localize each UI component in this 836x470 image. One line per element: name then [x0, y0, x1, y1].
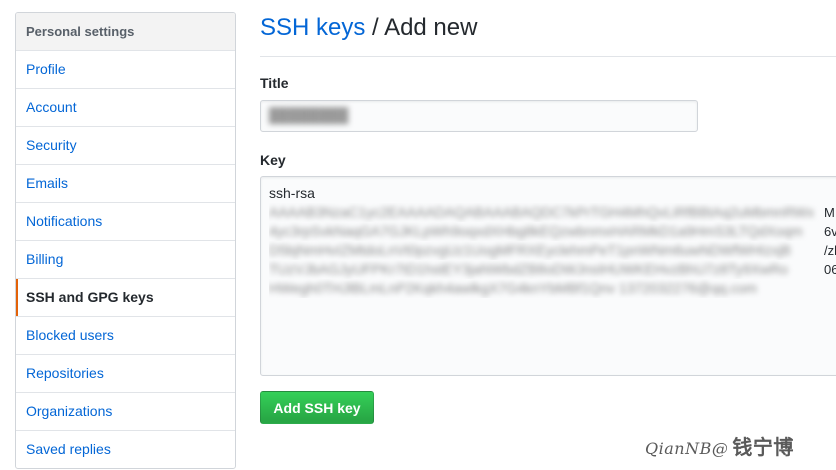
- sidebar-item-ssh-gpg-keys[interactable]: SSH and GPG keys: [16, 279, 235, 317]
- key-line-redacted: HWegh0THJlBLmLnP2Kqkh4awlkgX7G4knYbMBf1Q…: [269, 280, 757, 296]
- watermark-chinese: 钱宁博: [732, 435, 794, 459]
- add-ssh-key-button[interactable]: Add SSH key: [260, 391, 374, 424]
- key-first-line: ssh-rsa: [269, 185, 315, 201]
- breadcrumb-separator: /: [365, 14, 385, 41]
- sidebar-item-security[interactable]: Security: [16, 127, 235, 165]
- settings-sidebar: Personal settings Profile Account Securi…: [15, 12, 236, 469]
- key-tail-text: 6v: [824, 224, 836, 239]
- sidebar-item-saved-replies[interactable]: Saved replies: [16, 431, 235, 468]
- watermark: QianNB@ 钱宁博: [645, 431, 794, 460]
- sidebar-item-emails[interactable]: Emails: [16, 165, 235, 203]
- title-label: Title: [260, 75, 289, 91]
- title-value-redacted: ████████: [269, 107, 349, 123]
- key-textarea[interactable]: ssh-rsa AAAAB3NzaC1yc2EAAAADAQABAAABAQDC…: [260, 176, 836, 376]
- key-tail-text: 06: [824, 262, 836, 277]
- key-line-redacted: TUzVJbAGJyUFPKr7tD1hstEY3jaNWbdZB8oDWJns…: [269, 261, 788, 277]
- ssh-keys-breadcrumb-link[interactable]: SSH keys: [260, 14, 365, 41]
- key-line-redacted: D5bjNmHvIZMtdoLnVt0pzvgUz1UogMFRXEyclehm…: [269, 242, 792, 258]
- key-label: Key: [260, 152, 286, 168]
- watermark-latin: QianNB@: [645, 439, 729, 458]
- sidebar-item-profile[interactable]: Profile: [16, 51, 235, 89]
- key-tail-text: M: [824, 205, 835, 220]
- sidebar-item-organizations[interactable]: Organizations: [16, 393, 235, 431]
- sidebar-item-billing[interactable]: Billing: [16, 241, 235, 279]
- sidebar-item-repositories[interactable]: Repositories: [16, 355, 235, 393]
- sidebar-item-account[interactable]: Account: [16, 89, 235, 127]
- sidebar-item-blocked-users[interactable]: Blocked users: [16, 317, 235, 355]
- page-title-text: Add new: [384, 14, 478, 41]
- heading-divider: [260, 56, 836, 57]
- sidebar-header: Personal settings: [16, 13, 235, 51]
- sidebar-item-notifications[interactable]: Notifications: [16, 203, 235, 241]
- key-line-redacted: AAAAB3NzaC1yc2EAAAADAQABAAABAQDC7kPrTGH4…: [269, 204, 815, 220]
- page-title: SSH keys / Add new: [260, 14, 477, 42]
- key-line-redacted: 4yc3rpSvkNaqGA7GJKLpWh9oqxdXHbg8kEQzwbnm…: [269, 223, 803, 239]
- settings-page: Personal settings Profile Account Securi…: [0, 0, 836, 470]
- title-input[interactable]: ████████: [260, 100, 698, 132]
- key-tail-text: /zl: [824, 243, 836, 258]
